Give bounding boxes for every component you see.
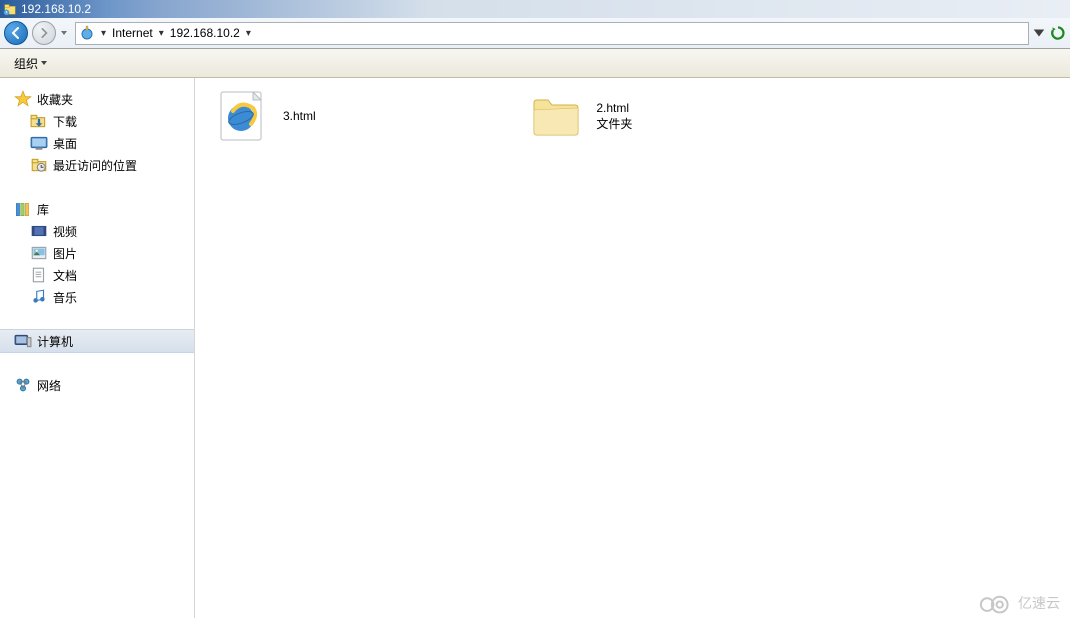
sidebar-item-label: 最近访问的位置 [53, 157, 137, 174]
toolbar: 组织 [0, 49, 1070, 78]
address-history-dropdown[interactable] [1032, 22, 1046, 44]
breadcrumb-segment-ip[interactable]: 192.168.10.2 [168, 26, 242, 40]
organize-label: 组织 [14, 55, 38, 72]
file-item-html[interactable]: 3.html [215, 88, 515, 144]
sidebar-item-music[interactable]: 音乐 [0, 286, 194, 308]
window-title: 192.168.10.2 [21, 2, 91, 16]
sidebar-item-label: 文档 [53, 267, 77, 284]
folder-icon [528, 88, 584, 144]
network-icon [14, 376, 32, 394]
sidebar-group-favorites: 收藏夹 下载 桌面 最近访问的位置 [0, 88, 194, 176]
sidebar-item-label: 桌面 [53, 135, 77, 152]
chevron-down-icon [40, 59, 48, 67]
file-name: 2.html [596, 100, 632, 116]
window-icon [3, 2, 17, 16]
sidebar-group-computer: 计算机 [0, 329, 194, 353]
address-breadcrumb[interactable]: ▾ Internet ▾ 192.168.10.2 ▾ [75, 22, 1029, 45]
file-list-pane[interactable]: 3.html 2.html 文件夹 亿速云 [195, 78, 1070, 618]
sidebar-item-label: 图片 [53, 245, 77, 262]
sidebar-item-network[interactable]: 网络 [0, 374, 194, 396]
sidebar-item-libraries[interactable]: 库 [0, 198, 194, 220]
libraries-icon [14, 200, 32, 218]
file-subtitle: 文件夹 [596, 116, 632, 132]
sidebar-item-favorites[interactable]: 收藏夹 [0, 88, 194, 110]
sidebar-item-videos[interactable]: 视频 [0, 220, 194, 242]
music-icon [30, 288, 48, 306]
forward-button[interactable] [32, 21, 56, 45]
sidebar-item-label: 收藏夹 [37, 91, 73, 108]
computer-icon [14, 332, 32, 350]
breadcrumb-separator-icon[interactable]: ▾ [242, 28, 255, 39]
file-item-folder[interactable]: 2.html 文件夹 [528, 88, 828, 144]
sidebar-item-computer[interactable]: 计算机 [0, 329, 194, 353]
breadcrumb-location-icon [79, 25, 95, 41]
documents-icon [30, 266, 48, 284]
sidebar-item-label: 计算机 [37, 333, 73, 350]
recent-pages-dropdown[interactable] [57, 25, 71, 41]
download-folder-icon [30, 112, 48, 130]
navigation-pane: 收藏夹 下载 桌面 最近访问的位置 [0, 78, 195, 618]
sidebar-group-network: 网络 [0, 374, 194, 396]
body: 收藏夹 下载 桌面 最近访问的位置 [0, 78, 1070, 618]
sidebar-item-label: 音乐 [53, 289, 77, 306]
pictures-icon [30, 244, 48, 262]
ie-html-file-icon [215, 88, 271, 144]
organize-button[interactable]: 组织 [8, 53, 54, 74]
watermark: 亿速云 [976, 592, 1060, 614]
back-button[interactable] [4, 21, 28, 45]
sidebar-item-label: 库 [37, 201, 49, 218]
breadcrumb-segment-internet[interactable]: Internet [110, 26, 155, 40]
star-icon [14, 90, 32, 108]
sidebar-item-recent[interactable]: 最近访问的位置 [0, 154, 194, 176]
navbar: ▾ Internet ▾ 192.168.10.2 ▾ [0, 18, 1070, 49]
desktop-icon [30, 134, 48, 152]
titlebar: 192.168.10.2 [0, 0, 1070, 18]
sidebar-item-label: 下载 [53, 113, 77, 130]
recent-places-icon [30, 156, 48, 174]
breadcrumb-separator-icon[interactable]: ▾ [97, 28, 110, 39]
sidebar-group-libraries: 库 视频 图片 文档 [0, 198, 194, 308]
sidebar-item-downloads[interactable]: 下载 [0, 110, 194, 132]
sidebar-item-pictures[interactable]: 图片 [0, 242, 194, 264]
breadcrumb-separator-icon[interactable]: ▾ [155, 28, 168, 39]
watermark-text: 亿速云 [1018, 593, 1060, 613]
file-name: 3.html [283, 108, 316, 124]
refresh-button[interactable] [1049, 24, 1067, 42]
sidebar-item-label: 视频 [53, 223, 77, 240]
sidebar-item-documents[interactable]: 文档 [0, 264, 194, 286]
sidebar-item-label: 网络 [37, 377, 61, 394]
video-icon [30, 222, 48, 240]
sidebar-item-desktop[interactable]: 桌面 [0, 132, 194, 154]
